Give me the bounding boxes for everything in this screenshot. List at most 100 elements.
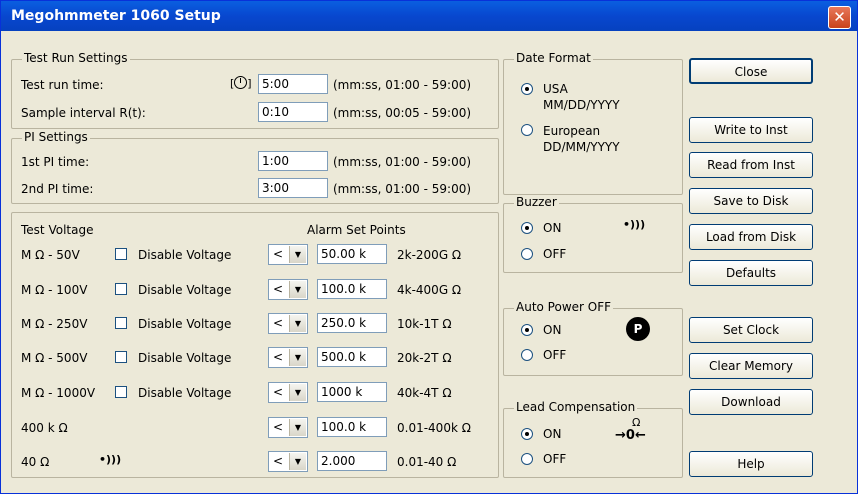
disable-voltage-checkbox[interactable] [115,386,127,398]
help-button[interactable]: Help [689,451,813,477]
auto-power-on-label: ON [543,323,562,337]
clock-icon[interactable]: [] [230,76,252,90]
voltage-row-name: 40 Ω [21,455,50,469]
lead-comp-on-radio[interactable] [521,428,533,440]
lead-compensation-title: Lead Compensation [514,400,638,414]
alarm-value-input[interactable]: 1000 k [317,382,387,402]
alarm-value-input[interactable]: 50.00 k [317,244,387,264]
chevron-down-icon[interactable]: ▼ [289,315,306,332]
alarm-operator-select[interactable]: < ▼ [268,382,308,403]
buzzer-on-radio[interactable] [521,222,533,234]
disable-voltage-label: Disable Voltage [138,351,232,365]
pi1-input[interactable]: 1:00 [258,151,328,171]
disable-voltage-checkbox[interactable] [115,351,127,363]
disable-voltage-label: Disable Voltage [138,283,232,297]
pi1-label: 1st PI time: [21,155,90,169]
power-badge-icon: P [626,317,650,341]
test-voltage-label: Test Voltage [21,223,94,237]
disable-voltage-checkbox[interactable] [115,248,127,260]
chevron-down-icon[interactable]: ▼ [289,349,306,366]
close-window-button[interactable]: ✕ [828,6,851,29]
pi-settings-title: PI Settings [22,130,90,144]
buzzer-title: Buzzer [514,195,559,209]
title-bar: Megohmmeter 1060 Setup ✕ [1,1,857,31]
voltage-row-name: M Ω - 1000V [21,386,96,400]
chevron-down-icon[interactable]: ▼ [289,453,306,470]
buzzer-off-label: OFF [543,247,567,261]
date-usa-radio[interactable] [521,83,533,95]
alarm-range-label: 10k-1T Ω [397,317,452,331]
alarm-operator-value: < [273,350,284,364]
voltage-row-name: M Ω - 500V [21,351,88,365]
chevron-down-icon[interactable]: ▼ [289,281,306,298]
window-title: Megohmmeter 1060 Setup [11,8,221,24]
voltage-row-name: M Ω - 50V [21,248,80,262]
write-to-inst-button[interactable]: Write to Inst [689,117,813,143]
defaults-button[interactable]: Defaults [689,260,813,286]
close-button[interactable]: Close [689,58,813,84]
download-button[interactable]: Download [689,389,813,415]
test-run-settings-title: Test Run Settings [22,51,130,65]
sample-interval-input[interactable]: 0:10 [258,102,328,122]
pi2-input[interactable]: 3:00 [258,178,328,198]
pi2-hint: (mm:ss, 01:00 - 59:00) [333,182,472,196]
lead-comp-on-label: ON [543,427,562,441]
alarm-value-input[interactable]: 2.000 [317,451,387,471]
pi1-hint: (mm:ss, 01:00 - 59:00) [333,155,472,169]
pi2-label: 2nd PI time: [21,182,94,196]
alarm-operator-value: < [273,385,284,399]
alarm-operator-value: < [273,420,284,434]
alarm-value-input[interactable]: 250.0 k [317,313,387,333]
alarm-range-label: 0.01-400k Ω [397,421,471,435]
clear-memory-button[interactable]: Clear Memory [689,353,813,379]
alarm-value-input[interactable]: 100.0 k [317,279,387,299]
alarm-value-input[interactable]: 100.0 k [317,417,387,437]
auto-power-off-radio[interactable] [521,349,533,361]
alarm-operator-value: < [273,454,284,468]
alarm-operator-select[interactable]: < ▼ [268,417,308,438]
test-run-time-input[interactable]: 5:00 [258,74,328,94]
buzzer-group: Buzzer [503,195,683,273]
set-clock-button[interactable]: Set Clock [689,317,813,343]
alarm-operator-select[interactable]: < ▼ [268,279,308,300]
lead-comp-off-radio[interactable] [521,453,533,465]
alarm-operator-value: < [273,282,284,296]
load-from-disk-button[interactable]: Load from Disk [689,224,813,250]
disable-voltage-label: Disable Voltage [138,248,232,262]
auto-power-off-title: Auto Power OFF [514,300,614,314]
date-format-title: Date Format [514,51,593,65]
chevron-down-icon[interactable]: ▼ [289,384,306,401]
disable-voltage-checkbox[interactable] [115,317,127,329]
setup-window: Megohmmeter 1060 Setup ✕ Test Run Settin… [0,0,858,494]
auto-power-off-group: Auto Power OFF [503,300,683,376]
buzzer-on-label: ON [543,221,562,235]
alarm-set-points-label: Alarm Set Points [307,223,406,237]
test-run-time-hint: (mm:ss, 01:00 - 59:00) [333,78,472,92]
alarm-operator-select[interactable]: < ▼ [268,313,308,334]
zero-arrows-icon: →0← [615,428,646,443]
save-to-disk-button[interactable]: Save to Disk [689,188,813,214]
auto-power-on-radio[interactable] [521,324,533,336]
chevron-down-icon[interactable]: ▼ [289,419,306,436]
alarm-value-input[interactable]: 500.0 k [317,347,387,367]
disable-voltage-checkbox[interactable] [115,283,127,295]
voltage-row-name: 400 k Ω [21,421,68,435]
date-european-radio[interactable] [521,124,533,136]
voltage-row-name: M Ω - 250V [21,317,88,331]
alarm-range-label: 2k-200G Ω [397,248,462,262]
alarm-operator-value: < [273,247,284,261]
alarm-operator-select[interactable]: < ▼ [268,347,308,368]
auto-power-off-label: OFF [543,348,567,362]
alarm-operator-select[interactable]: < ▼ [268,451,308,472]
lead-comp-off-label: OFF [543,452,567,466]
alarm-range-label: 40k-4T Ω [397,386,452,400]
date-usa-format: MM/DD/YYYY [543,98,620,112]
chevron-down-icon[interactable]: ▼ [289,246,306,263]
alarm-range-label: 4k-400G Ω [397,283,462,297]
read-from-inst-button[interactable]: Read from Inst [689,152,813,178]
disable-voltage-label: Disable Voltage [138,317,232,331]
alarm-range-label: 20k-2T Ω [397,351,452,365]
alarm-range-label: 0.01-40 Ω [397,455,457,469]
buzzer-off-radio[interactable] [521,248,533,260]
alarm-operator-select[interactable]: < ▼ [268,244,308,265]
